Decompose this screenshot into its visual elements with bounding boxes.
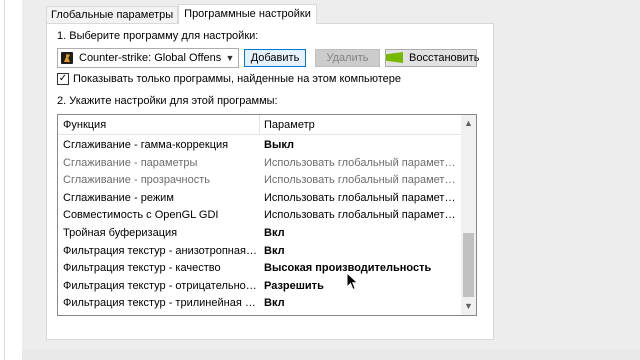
scrollbar-thumb[interactable] [463,233,474,297]
feature-name: Тройная буферизация [63,226,178,239]
restore-button[interactable]: Восстановить [385,49,480,67]
chevron-down-icon[interactable]: ▼ [222,53,238,63]
column-separator[interactable] [259,115,260,135]
program-select[interactable]: Counter-strike: Global Offensiv... ▼ [57,48,239,68]
program-settings-panel: 1. Выберите программу для настройки: Cou… [46,23,494,340]
nvidia-logo-icon [386,52,403,63]
feature-name: Фильтрация текстур - отрицательное о... [63,279,257,292]
feature-name: Сглаживание - режим [63,191,174,204]
csgo-game-icon [61,51,73,65]
settings-row[interactable]: Фильтрация текстур - трилинейная опт... … [58,295,461,313]
window-bottom-edge [22,349,640,360]
feature-value[interactable]: Вкл [264,225,460,243]
scroll-down-icon[interactable]: ▼ [461,298,476,315]
add-program-button[interactable]: Добавить [244,49,306,67]
program-select-value: Counter-strike: Global Offensiv... [79,52,222,64]
feature-value[interactable]: Использовать глобальный параметр (В... [264,190,460,208]
feature-value[interactable]: Высокая производительность [264,260,460,278]
vertical-scrollbar[interactable]: ▲ ▼ [461,115,476,315]
feature-value[interactable]: Использовать глобальный параметр (Нет) [264,155,460,173]
feature-name: Фильтрация текстур - трилинейная опт... [63,297,257,310]
step2-label: 2. Укажите настройки для этой программы: [57,95,278,107]
window-left-edge [0,0,22,360]
settings-row[interactable]: Совместимость с OpenGL GDI Использовать … [58,207,461,225]
settings-row[interactable]: Сглаживание - прозрачность Использовать … [58,172,461,190]
window-border [4,0,5,360]
settings-list: Функция Параметр Сглаживание - гамма-кор… [57,114,477,316]
settings-rows: Сглаживание - гамма-коррекция Выкл Сглаж… [58,137,461,313]
settings-row[interactable]: Фильтрация текстур - отрицательное о... … [58,278,461,296]
show-found-programs-checkbox[interactable]: ✓ [57,73,69,85]
mouse-cursor-icon [346,272,359,291]
feature-name: Фильтрация текстур - анизотропная оп... [63,244,257,257]
feature-value[interactable]: Выкл [264,137,460,155]
feature-value[interactable]: Использовать глобальный параметр (А... [264,207,460,225]
tab-global-settings[interactable]: Глобальные параметры [46,6,179,24]
feature-name: Сглаживание - гамма-коррекция [63,139,229,151]
feature-name: Совместимость с OpenGL GDI [63,209,219,222]
settings-row[interactable]: Фильтрация текстур - качество Высокая пр… [58,260,461,278]
settings-row[interactable]: Фильтрация текстур - анизотропная оп... … [58,243,461,261]
feature-value[interactable]: Вкл [264,295,460,313]
settings-row[interactable]: Сглаживание - гамма-коррекция Выкл [58,137,461,155]
tab-program-settings[interactable]: Программные настройки [178,4,317,24]
restore-button-label: Восстановить [409,52,480,64]
tab-bar: Глобальные параметры Программные настрой… [46,4,317,24]
column-header-feature[interactable]: Функция [63,115,106,135]
feature-value[interactable]: Вкл [264,243,460,261]
feature-name: Фильтрация текстур - качество [63,262,221,275]
show-found-programs-label: Показывать только программы, найденные н… [73,73,402,85]
feature-value[interactable]: Разрешить [264,278,460,296]
column-header-value[interactable]: Параметр [264,115,315,135]
step1-label: 1. Выберите программу для настройки: [57,30,259,42]
feature-name: Сглаживание - параметры [63,156,198,169]
list-header: Функция Параметр [58,115,461,135]
feature-value[interactable]: Использовать глобальный параметр (В... [264,172,460,190]
settings-row[interactable]: Сглаживание - режим Использовать глобаль… [58,190,461,208]
settings-row[interactable]: Тройная буферизация Вкл [58,225,461,243]
feature-name: Сглаживание - прозрачность [63,174,211,187]
settings-row[interactable]: Сглаживание - параметры Использовать гло… [58,155,461,173]
remove-program-button[interactable]: Удалить [315,49,380,67]
scroll-up-icon[interactable]: ▲ [461,115,476,132]
